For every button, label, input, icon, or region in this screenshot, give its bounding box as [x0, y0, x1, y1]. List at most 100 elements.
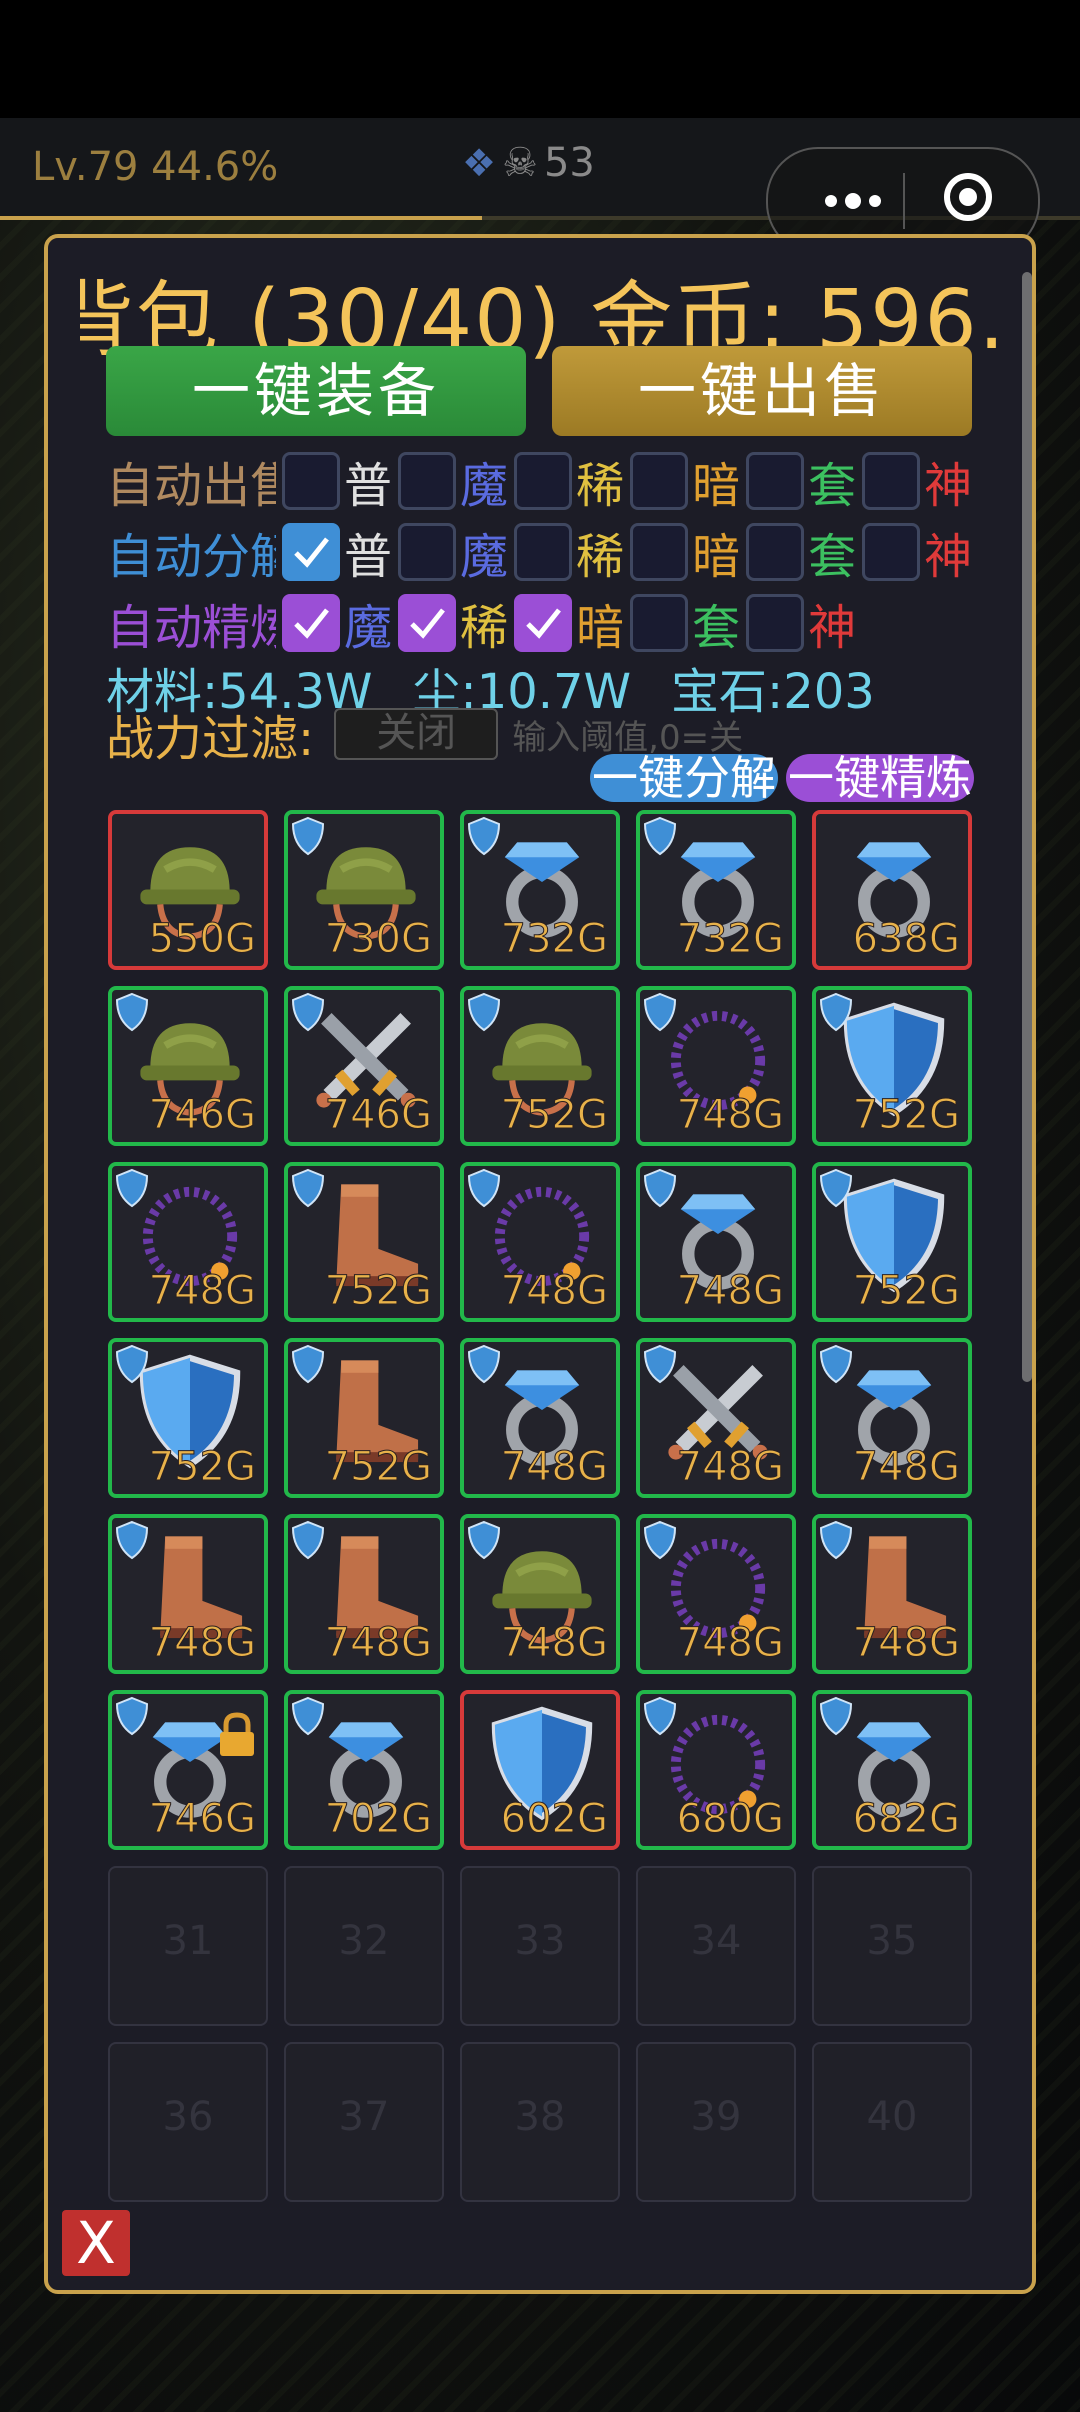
inventory-item-shield[interactable]: 752G: [812, 1162, 972, 1322]
quality-label: 套: [808, 529, 857, 585]
item-score: 702G: [324, 1796, 432, 1843]
empty-slot[interactable]: 32: [284, 1866, 444, 2026]
inventory-item-necklace[interactable]: 680G: [636, 1690, 796, 1850]
quality-checkbox[interactable]: [746, 452, 805, 510]
quality-label: 普: [344, 529, 393, 585]
inventory-item-shield[interactable]: 752G: [108, 1338, 268, 1498]
inventory-item-shield[interactable]: 752G: [812, 986, 972, 1146]
item-score: 748G: [676, 1092, 784, 1139]
quality-checkbox[interactable]: [630, 594, 689, 652]
slot-number: 37: [338, 2094, 390, 2140]
equip-all-button[interactable]: 一键装备: [106, 346, 526, 436]
quality-checkbox[interactable]: [514, 594, 573, 652]
item-score: 748G: [500, 1444, 608, 1491]
inventory-item-shield[interactable]: 602G: [460, 1690, 620, 1850]
slot-number: 40: [866, 2094, 918, 2140]
refine-all-button[interactable]: 一键精炼: [786, 754, 974, 802]
empty-slot[interactable]: 36: [108, 2042, 268, 2202]
equipped-badge-icon: [642, 816, 678, 856]
inventory-item-ring[interactable]: 748G: [460, 1338, 620, 1498]
inventory-item-ring[interactable]: 702G: [284, 1690, 444, 1850]
inventory-item-boot[interactable]: 752G: [284, 1338, 444, 1498]
slot-number: 36: [162, 2094, 214, 2140]
quality-checkbox[interactable]: [746, 594, 805, 652]
empty-slot[interactable]: 34: [636, 1866, 796, 2026]
inventory-item-ring[interactable]: 748G: [812, 1338, 972, 1498]
quality-checkbox[interactable]: [514, 452, 573, 510]
item-score: 752G: [148, 1444, 256, 1491]
power-filter-toggle[interactable]: 关闭: [334, 708, 499, 760]
decompose-all-button[interactable]: 一键分解: [590, 754, 778, 802]
item-score: 748G: [852, 1620, 960, 1667]
quality-checkbox[interactable]: [282, 523, 340, 581]
item-score: 732G: [676, 916, 784, 963]
quality-label: 暗: [692, 458, 741, 514]
inventory-item-boot[interactable]: 748G: [284, 1514, 444, 1674]
quality-checkbox[interactable]: [862, 523, 921, 581]
inventory-item-sword[interactable]: 746G: [284, 986, 444, 1146]
item-score: 752G: [324, 1268, 432, 1315]
inventory-item-boot[interactable]: 748G: [108, 1514, 268, 1674]
item-score: 752G: [852, 1092, 960, 1139]
inventory-item-boot[interactable]: 748G: [812, 1514, 972, 1674]
empty-slot[interactable]: 37: [284, 2042, 444, 2202]
inventory-item-helmet[interactable]: 752G: [460, 986, 620, 1146]
inventory-item-helmet[interactable]: 730G: [284, 810, 444, 970]
inventory-item-boot[interactable]: 752G: [284, 1162, 444, 1322]
item-score: 602G: [500, 1796, 608, 1843]
inventory-item-ring[interactable]: 746G: [108, 1690, 268, 1850]
inventory-item-helmet[interactable]: 550G: [108, 810, 268, 970]
quality-label: 套: [692, 600, 741, 656]
empty-slot[interactable]: 33: [460, 1866, 620, 2026]
slot-number: 35: [866, 1918, 918, 1964]
quality-checkbox[interactable]: [282, 452, 340, 510]
inventory-item-ring[interactable]: 638G: [812, 810, 972, 970]
quality-label: 稀: [460, 600, 509, 656]
item-score: 746G: [148, 1092, 256, 1139]
inventory-item-necklace[interactable]: 748G: [108, 1162, 268, 1322]
sell-all-button[interactable]: 一键出售: [552, 346, 972, 436]
item-score: 748G: [676, 1444, 784, 1491]
inventory-item-helmet[interactable]: 746G: [108, 986, 268, 1146]
quality-checkbox[interactable]: [746, 523, 805, 581]
quality-checkbox[interactable]: [398, 594, 457, 652]
close-button[interactable]: X: [62, 2210, 130, 2276]
equipped-badge-icon: [818, 1520, 854, 1560]
inventory-item-necklace[interactable]: 748G: [636, 986, 796, 1146]
empty-slot[interactable]: 38: [460, 2042, 620, 2202]
inventory-item-helmet[interactable]: 748G: [460, 1514, 620, 1674]
inventory-item-sword[interactable]: 748G: [636, 1338, 796, 1498]
auto-row-label: 自动出售:: [106, 458, 276, 514]
quality-checkbox[interactable]: [398, 452, 457, 510]
empty-slot[interactable]: 35: [812, 1866, 972, 2026]
quality-checkbox[interactable]: [862, 452, 921, 510]
lock-icon: [216, 1712, 258, 1758]
close-miniprogram-icon[interactable]: [944, 173, 992, 221]
inventory-item-ring[interactable]: 732G: [636, 810, 796, 970]
inventory-item-ring[interactable]: 748G: [636, 1162, 796, 1322]
quality-checkbox[interactable]: [398, 523, 457, 581]
inventory-item-necklace[interactable]: 748G: [636, 1514, 796, 1674]
auto-row-2: 自动精炼: 魔 稀 暗 套 神: [106, 588, 856, 658]
quality-checkbox[interactable]: [514, 523, 573, 581]
item-score: 748G: [676, 1620, 784, 1667]
scrollbar[interactable]: [1022, 272, 1032, 1382]
inventory-item-necklace[interactable]: 748G: [460, 1162, 620, 1322]
inventory-item-ring[interactable]: 732G: [460, 810, 620, 970]
more-menu-icon[interactable]: [808, 179, 898, 223]
empty-slot[interactable]: 39: [636, 2042, 796, 2202]
slot-number: 39: [690, 2094, 742, 2140]
equipped-badge-icon: [818, 1168, 854, 1208]
quality-checkbox[interactable]: [282, 594, 340, 652]
inventory-item-ring[interactable]: 682G: [812, 1690, 972, 1850]
quality-label: 神: [808, 600, 857, 656]
quality-label: 魔: [460, 529, 509, 585]
slot-number: 31: [162, 1918, 214, 1964]
empty-slot[interactable]: 31: [108, 1866, 268, 2026]
equipped-badge-icon: [290, 1696, 326, 1736]
quality-checkbox[interactable]: [630, 452, 689, 510]
quality-label: 暗: [692, 529, 741, 585]
quality-checkbox[interactable]: [630, 523, 689, 581]
empty-slot[interactable]: 40: [812, 2042, 972, 2202]
item-score: 732G: [500, 916, 608, 963]
